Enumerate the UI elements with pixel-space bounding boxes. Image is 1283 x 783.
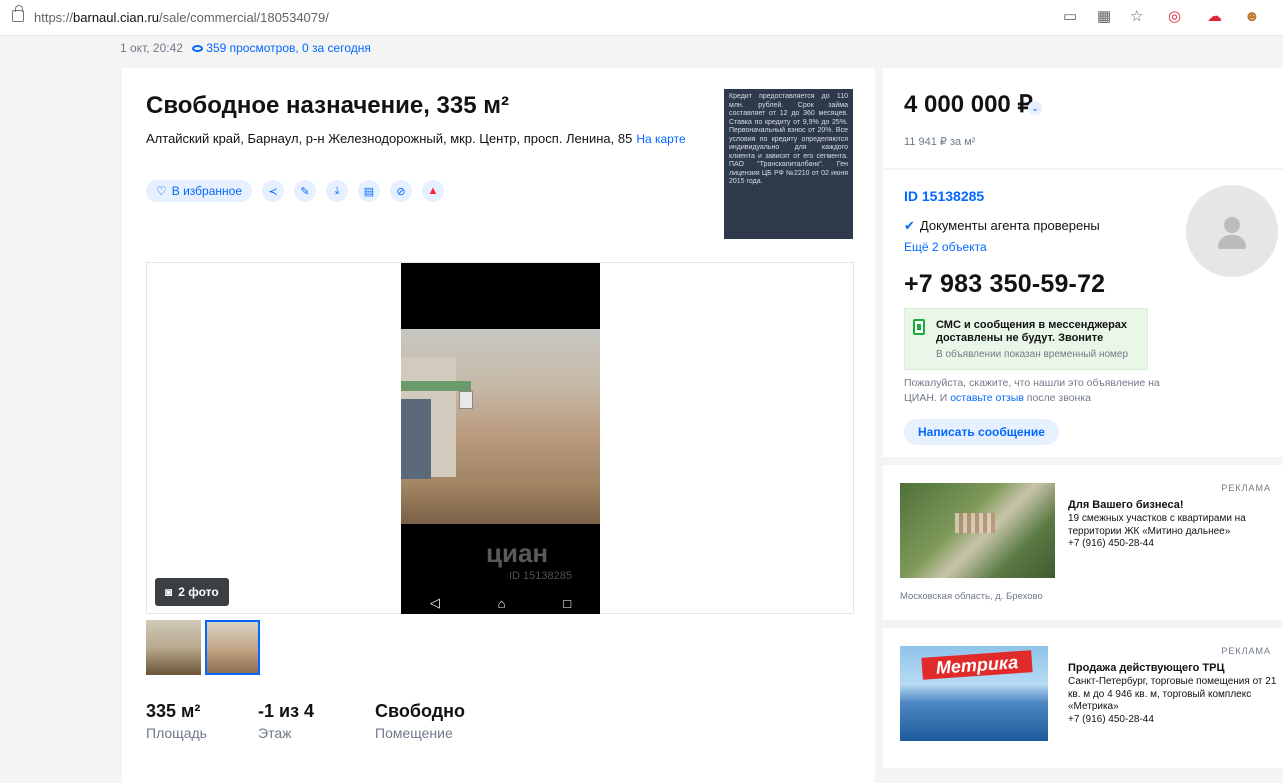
user-icon xyxy=(1224,217,1240,233)
ad-location: Московская область, д. Брехово xyxy=(900,591,1043,602)
download-button[interactable]: ⤓ xyxy=(326,180,348,202)
ad-label: РЕКЛАМА xyxy=(1221,646,1271,656)
photo-count-button[interactable]: ◙ 2 фото xyxy=(155,578,229,606)
lock-icon xyxy=(12,5,24,22)
ad-title: Для Вашего бизнеса! xyxy=(1068,499,1184,511)
check-icon: ✔ xyxy=(904,218,915,233)
square-icon: □ xyxy=(563,595,572,611)
ad-card[interactable]: Метрика РЕКЛАМА Продажа действующего ТРЦ… xyxy=(883,628,1283,768)
eye-icon xyxy=(192,45,204,53)
favorite-button[interactable]: ♡ В избранное xyxy=(146,180,252,202)
avatar xyxy=(1186,185,1278,277)
price: 4 000 000 ₽ xyxy=(904,91,1033,118)
phone-number[interactable]: +7 983 350-59-72 xyxy=(904,270,1105,299)
watermark: циан xyxy=(486,538,549,568)
phone-icon xyxy=(913,319,925,335)
ad-label: РЕКЛАМА xyxy=(1221,483,1271,493)
camera-icon: ◙ xyxy=(165,585,173,599)
edit-icon: ✎ xyxy=(300,185,310,198)
extension-red-icon[interactable]: ◎ xyxy=(1168,8,1181,26)
leave-review-link[interactable]: оставьте отзыв xyxy=(950,392,1024,404)
price-card: 4 000 000 ₽ ⌄ 11 941 ₽ за м² xyxy=(883,68,1283,168)
hide-button[interactable]: ⊘ xyxy=(390,180,412,202)
print-icon: ▤ xyxy=(363,185,375,198)
phone-nav-bar: ◁ ⌂ □ xyxy=(401,592,600,614)
action-bar: ♡ В избранное ≺ ✎ ⤓ ▤ ⊘ ▲ xyxy=(146,180,444,202)
browser-address-bar: https://barnaul.cian.ru/sale/commercial/… xyxy=(0,0,1283,36)
grid-icon[interactable]: ▦ xyxy=(1097,8,1111,26)
url-field[interactable]: https://barnaul.cian.ru/sale/commercial/… xyxy=(34,10,329,25)
sms-warning: СМС и сообщения в мессенджерах доставлен… xyxy=(904,308,1148,370)
hide-icon: ⊘ xyxy=(396,185,406,198)
ad-description: Санкт-Петербург, торговые помещения от 2… xyxy=(1068,676,1277,725)
extension-avatar-icon[interactable]: ☻ xyxy=(1244,8,1260,26)
extension-cloud-icon[interactable]: ☁ xyxy=(1207,8,1222,26)
complain-button[interactable]: ▲ xyxy=(422,180,444,202)
feature-floor: -1 из 4 Этаж xyxy=(258,701,315,741)
watermark-id: ID 15138285 xyxy=(509,570,572,582)
photo-thumbnail-2[interactable] xyxy=(205,620,260,675)
ad-title: Продажа действующего ТРЦ xyxy=(1068,662,1225,674)
feedback-note: Пожалуйста, скажите, что нашли это объяв… xyxy=(904,377,1160,404)
favorites-star-icon[interactable]: ☆ xyxy=(1130,8,1143,26)
complain-icon: ▲ xyxy=(427,185,439,197)
photo-thumbnail-1[interactable] xyxy=(146,620,201,675)
ad-card[interactable]: РЕКЛАМА Для Вашего бизнеса! 19 смежных у… xyxy=(883,465,1283,620)
share-button[interactable]: ≺ xyxy=(262,180,284,202)
home-icon: ⌂ xyxy=(497,595,506,611)
edit-button[interactable]: ✎ xyxy=(294,180,316,202)
photo-gallery[interactable]: циан ID 15138285 ◁ ⌂ □ ◙ 2 фото xyxy=(146,262,854,614)
ad-image: Метрика xyxy=(900,646,1048,741)
more-objects-link[interactable]: Ещё 2 объекта xyxy=(904,240,987,254)
price-per-m2: 11 941 ₽ за м² xyxy=(904,136,976,148)
agent-card: ID 15138285 ✔ Документы агента проверены … xyxy=(883,170,1283,457)
chevron-down-icon[interactable]: ⌄ xyxy=(1028,101,1042,115)
listing-meta: 1 окт, 20:42 359 просмотров, 0 за сегодн… xyxy=(120,41,371,55)
listing-card: Свободное назначение, 335 м² Алтайский к… xyxy=(122,68,875,783)
views-link[interactable]: 359 просмотров, 0 за сегодня xyxy=(192,41,371,55)
print-button[interactable]: ▤ xyxy=(358,180,380,202)
bank-ad-banner[interactable]: Кредит предоставляется до 110 млн. рубле… xyxy=(724,89,853,239)
metrika-logo: Метрика xyxy=(921,650,1033,680)
tab-icon[interactable]: ▭ xyxy=(1063,8,1077,26)
page-title: Свободное назначение, 335 м² xyxy=(146,92,509,119)
verified-badge: ✔ Документы агента проверены xyxy=(904,218,1100,233)
agent-id-link[interactable]: ID 15138285 xyxy=(904,188,984,204)
share-icon: ≺ xyxy=(268,185,278,198)
ad-description: 19 смежных участков с квартирами на терр… xyxy=(1068,513,1246,549)
publish-date: 1 окт, 20:42 xyxy=(120,41,183,55)
back-triangle-icon: ◁ xyxy=(429,595,440,610)
feature-area: 335 м² Площадь xyxy=(146,701,207,741)
feature-premises: Свободно Помещение xyxy=(375,701,465,741)
main-photo[interactable]: циан ID 15138285 ◁ ⌂ □ xyxy=(401,263,600,614)
map-link[interactable]: На карте xyxy=(636,132,685,146)
write-message-button[interactable]: Написать сообщение xyxy=(904,419,1059,445)
address: Алтайский край, Барнаул, р-н Железнодоро… xyxy=(146,131,686,146)
ad-image xyxy=(900,483,1055,578)
heart-icon: ♡ xyxy=(156,184,167,198)
room-image xyxy=(401,329,600,524)
download-icon: ⤓ xyxy=(334,184,340,197)
